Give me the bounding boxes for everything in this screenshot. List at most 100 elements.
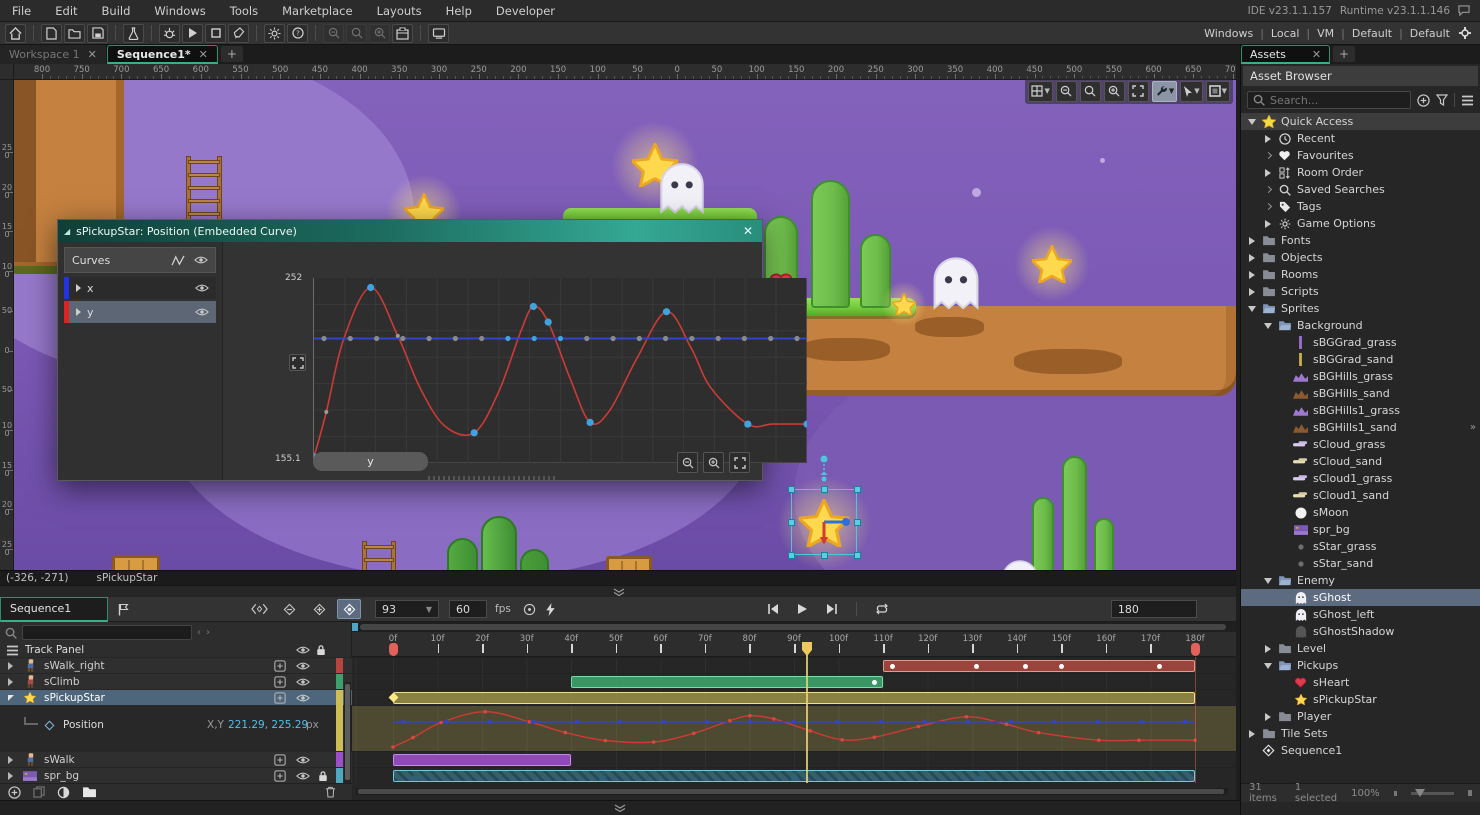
close-icon[interactable]: ✕ [88,48,97,61]
expand-arrow-icon[interactable] [1263,220,1273,228]
menu-help[interactable]: Help [434,0,484,22]
save-project-button[interactable] [87,24,108,43]
asset-tree-item-quick-access[interactable]: Quick Access [1241,113,1480,130]
keyframe-dot[interactable] [872,680,877,685]
asset-tree-item-saved-searches[interactable]: Saved Searches [1241,181,1480,198]
target-option[interactable]: Default [1410,27,1450,40]
sequence-tab[interactable]: Sequence1 [0,597,108,622]
bottom-collapse-strip[interactable] [0,800,1240,815]
asset-tree-item-sstar_sand[interactable]: sStar_sand [1241,555,1480,572]
expand-arrow-icon[interactable] [8,678,18,686]
asset-span-sclimb[interactable] [571,676,883,688]
asset-tree-item-smoon[interactable]: sMoon [1241,504,1480,521]
menu-file[interactable]: File [0,0,43,22]
new-file-button[interactable] [41,24,62,43]
lane-sclimb[interactable] [352,673,1236,689]
zoom-in-button[interactable] [1104,81,1125,102]
timeline-hscrollbar[interactable] [356,788,1228,795]
workspace-tab-workspace-1[interactable]: Workspace 1✕ [0,45,107,64]
lane-spickupstar[interactable] [352,689,1236,705]
current-frame-field[interactable]: 93▼ [375,600,439,618]
fit-button[interactable] [1128,81,1149,102]
timeline-ruler[interactable]: 0f10f20f30f40f50f60f70f80f90f100f110f120… [352,632,1236,657]
asset-tree-item-scloud_grass[interactable]: sCloud_grass [1241,436,1480,453]
panel-menu-button[interactable] [1461,95,1474,106]
collapse-arrow-icon[interactable] [1247,306,1257,312]
end-frame-field[interactable]: 180 [1111,600,1197,618]
expand-arrow-icon[interactable] [76,306,87,319]
asset-tree-item-scloud1_sand[interactable]: sCloud1_sand [1241,487,1480,504]
active-channel-pill[interactable]: y [313,452,428,471]
asset-tree-item-sbghills1_grass[interactable]: sBGHills1_grass [1241,402,1480,419]
asset-tree-item-scripts[interactable]: Scripts [1241,283,1480,300]
timeline-scrollstrip[interactable] [352,622,1236,632]
kf-auto-button[interactable] [337,599,361,619]
asset-span-spickupstar[interactable] [393,692,1195,704]
lightning-button[interactable] [546,603,555,616]
curve-plot-area[interactable] [313,278,806,463]
star-pickup[interactable] [1032,244,1072,284]
asset-tree-item-objects[interactable]: Objects [1241,249,1480,266]
fit-vertical-button[interactable] [289,354,306,371]
package-button[interactable] [392,24,413,43]
build-target-button[interactable] [123,24,144,43]
keyframe-dot[interactable] [974,664,979,669]
asset-tree-item-sbghills_grass[interactable]: sBGHills_grass [1241,368,1480,385]
playhead-line[interactable] [806,644,808,783]
fit-button[interactable] [729,452,750,473]
keyframe-dot[interactable] [1059,664,1064,669]
expand-arrow-icon[interactable] [8,662,18,670]
visibility-eye-icon[interactable] [296,693,310,703]
curve-channel-x[interactable]: x [64,277,216,299]
flag-icon[interactable] [118,603,129,616]
zoom-out-button[interactable] [323,24,344,43]
visibility-eye-icon[interactable] [296,771,310,781]
add-parameter-button[interactable] [274,692,286,704]
asset-search-input[interactable]: Search... [1247,91,1411,109]
close-icon[interactable]: ✕ [734,224,762,238]
add-track-button[interactable] [8,786,21,799]
tree[interactable] [520,549,549,570]
cactus[interactable] [1094,518,1114,570]
expand-arrow-icon[interactable] [1263,187,1273,192]
zoom-reset-button[interactable] [1080,81,1101,102]
asset-tree-item-enemy[interactable]: Enemy [1241,572,1480,589]
lane-spr-bg[interactable] [352,767,1236,783]
keyframe-dot[interactable] [1157,664,1162,669]
expand-arrow-icon[interactable] [1263,204,1273,209]
add-parameter-button[interactable] [274,754,286,766]
expand-arrow-icon[interactable] [1263,153,1273,158]
menu-marketplace[interactable]: Marketplace [270,0,364,22]
prev-arrow[interactable]: ‹ [197,627,201,638]
close-icon[interactable]: ✕ [199,48,208,61]
asset-tree-item-recent[interactable]: Recent [1241,130,1480,147]
clean-button[interactable] [228,24,249,43]
curve-channel-y[interactable]: y [64,301,216,323]
settings-button[interactable] [264,24,285,43]
asset-tree-item-room-order[interactable]: Room Order [1241,164,1480,181]
prev-frame-button[interactable] [767,603,779,615]
menu-edit[interactable]: Edit [43,0,89,22]
expand-arrow-icon[interactable] [1263,169,1273,177]
tree[interactable] [447,538,478,570]
asset-tree-item-tile-sets[interactable]: Tile Sets [1241,725,1480,742]
open-project-button[interactable] [64,24,85,43]
zoom-out-button[interactable] [677,452,698,473]
zoom-out-button[interactable] [1056,81,1077,102]
asset-tree-item-sequence1[interactable]: Sequence1 [1241,742,1480,759]
asset-span-swalk[interactable] [393,754,571,766]
visibility-eye-icon[interactable] [296,755,310,765]
asset-tree-item-sghostshadow[interactable]: sGhostShadow [1241,623,1480,640]
next-frame-button[interactable] [826,603,838,615]
add-parameter-button[interactable] [274,676,286,688]
loop-button[interactable] [875,603,889,615]
assets-tab[interactable]: Assets ✕ [1241,45,1330,64]
loop-start-pin[interactable] [389,643,398,656]
track-row-swalk_right[interactable]: sWalk_right [0,657,352,673]
asset-tree-item-spr_bg[interactable]: spr_bg [1241,521,1480,538]
filter-button[interactable] [1436,94,1448,106]
asset-tree-item-pickups[interactable]: Pickups [1241,657,1480,674]
zoom-in-button[interactable] [369,24,390,43]
close-icon[interactable]: ✕ [1312,48,1321,61]
star-pickup[interactable] [892,292,916,316]
